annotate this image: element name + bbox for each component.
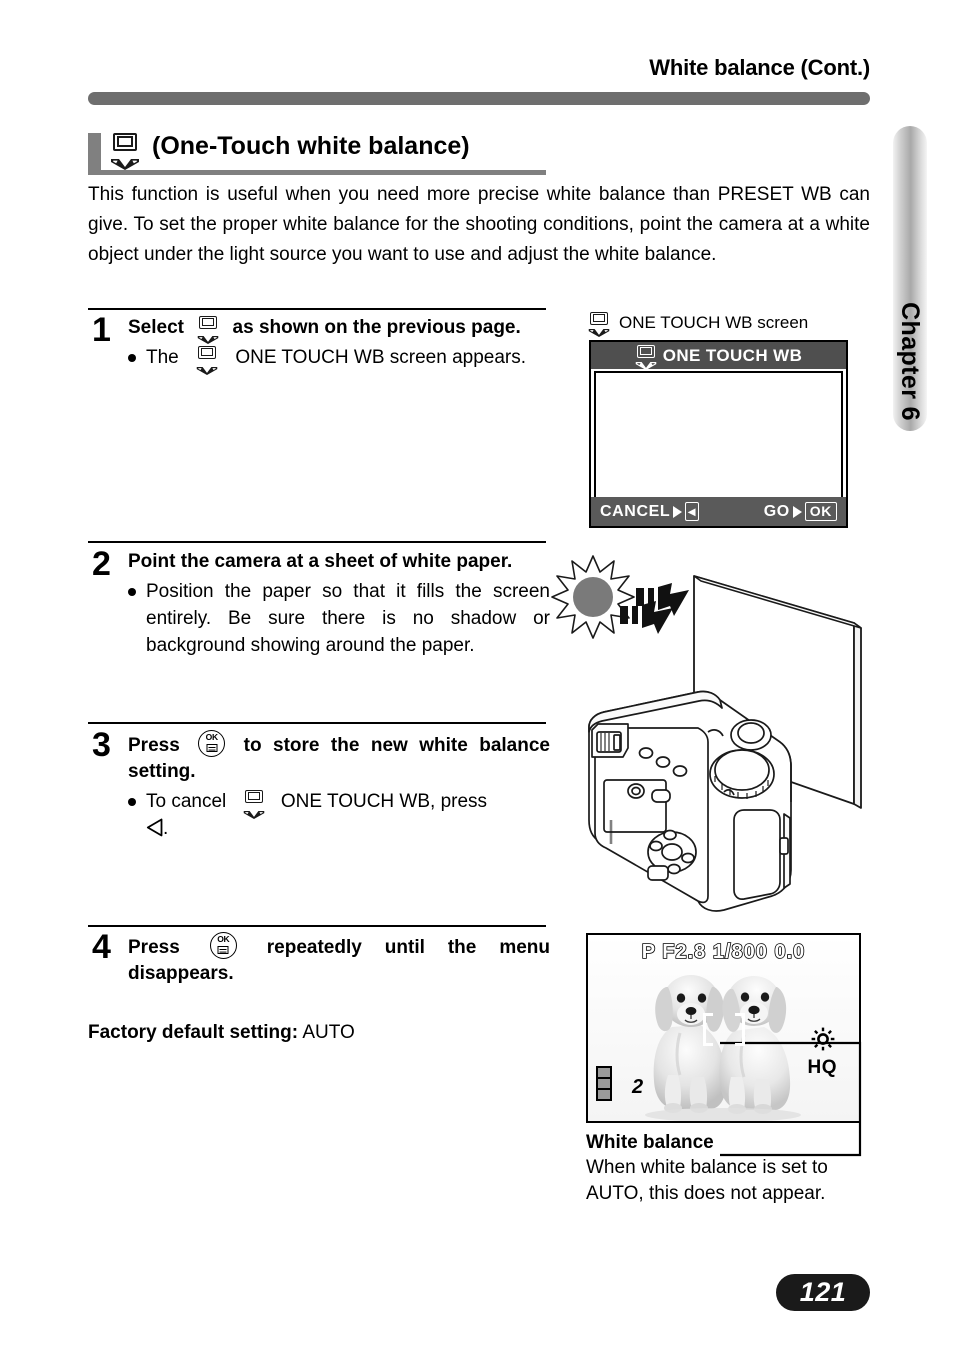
step-4: 4 Press OK repeatedly until the menu dis… [88, 928, 551, 987]
lcd-preview-screen: P F2.8 1/800 0.0 2 HQ [586, 933, 861, 1123]
factory-default-label: Factory default setting: [88, 1022, 299, 1043]
step-1-bullet-after: ONE TOUCH WB screen appears. [235, 347, 527, 368]
chapter-tab: Chapter 6 [893, 126, 927, 431]
ok-button-icon: OK [209, 932, 237, 959]
camera-pointing-at-white-paper-illustration [548, 552, 893, 927]
step-1: 1 Select as shown on the previous page. … [88, 311, 550, 376]
wb-panel-header: ONE TOUCH WB [591, 342, 846, 371]
step-divider-2 [88, 541, 546, 543]
image-quality-badge: HQ [807, 1057, 837, 1078]
step-number-2: 2 [92, 545, 111, 583]
intro-paragraph: This function is useful when you need mo… [88, 184, 870, 265]
sun-icon [551, 555, 635, 639]
step-1-bullet-before: The [146, 347, 179, 368]
step-number-3: 3 [92, 726, 111, 764]
one-touch-wb-icon [243, 790, 265, 820]
section-heading-label: (One-Touch white balance) [152, 132, 470, 160]
step-3-bullet-mid: ONE TOUCH WB, press [280, 791, 488, 812]
lcd-caption-title: White balance [586, 1132, 714, 1153]
wb-panel-footer: CANCEL ◂ GO OK [591, 497, 846, 526]
step-divider-3 [88, 722, 546, 724]
wb-cancel-label: CANCEL [600, 502, 671, 520]
factory-default-setting: Factory default setting: AUTO [88, 1022, 355, 1044]
step-3: 3 Press OK to store the new white balanc… [88, 726, 550, 842]
focus-brackets-icon [702, 1013, 745, 1046]
step-divider-1 [88, 308, 546, 310]
step-4-title-after: repeatedly until the menu disappears. [128, 937, 551, 984]
ok-button-icon: OK [198, 730, 226, 757]
factory-default-value: AUTO [302, 1022, 355, 1043]
lcd-caption-text: When white balance is set to AUTO, this … [586, 1157, 828, 1204]
step-2-bullet: Position the paper so that it fills the … [146, 581, 550, 656]
wb-screen-caption: ONE TOUCH WB screen [588, 312, 809, 338]
one-touch-wb-icon [588, 312, 610, 338]
arrow-right-icon [673, 505, 683, 518]
chapter-tab-label: Chapter 6 [896, 302, 925, 421]
step-2-title: Point the camera at a sheet of white pap… [128, 551, 513, 572]
bullet-dot [128, 798, 136, 806]
header-divider-rule [88, 92, 870, 105]
wb-panel-title: ONE TOUCH WB [662, 345, 803, 365]
step-3-title-before: Press [128, 735, 180, 756]
shots-remaining-value: 2 [632, 1076, 644, 1098]
section-heading: (One-Touch white balance) [110, 132, 470, 170]
section-accent-bar [88, 133, 101, 170]
page-number: 121 [776, 1274, 870, 1311]
page-title: White balance (Cont.) [649, 55, 870, 80]
wb-cancel-action[interactable]: CANCEL ◂ [600, 502, 699, 521]
step-3-bullet-before: To cancel [146, 791, 227, 812]
one-touch-wb-icon [196, 346, 218, 376]
one-touch-wb-panel: ONE TOUCH WB CANCEL ◂ GO OK [589, 340, 848, 528]
one-touch-wb-icon [110, 132, 140, 170]
section-underline [88, 170, 546, 175]
battery-indicator-icon [596, 1066, 612, 1101]
step-4-title-before: Press [128, 937, 180, 958]
wb-panel-body [594, 371, 843, 497]
bullet-dot [128, 354, 136, 362]
arrow-right-icon [792, 505, 802, 518]
step-3-bullet-after: . [163, 818, 169, 839]
camera-body [588, 690, 792, 912]
wb-go-key: OK [804, 502, 837, 521]
wb-go-action[interactable]: GO OK [764, 502, 837, 521]
step-divider-4 [88, 925, 546, 927]
wb-screen-caption-label: ONE TOUCH WB screen [619, 312, 809, 332]
lcd-exposure-info: P F2.8 1/800 0.0 [641, 940, 806, 964]
step-3-title-after: to store the new white balance setting. [128, 735, 550, 782]
shots-remaining: 2 [632, 1076, 643, 1099]
wb-go-label: GO [763, 502, 790, 520]
lcd-caption: White balance When white balance is set … [586, 1132, 876, 1207]
light-ray-arrows [620, 583, 689, 634]
step-number-1: 1 [92, 311, 111, 349]
step-1-title-after: as shown on the previous page. [232, 317, 521, 338]
left-arrow-icon [146, 818, 163, 837]
sun-daylight-icon [811, 1027, 835, 1056]
step-1-title-before: Select [128, 317, 184, 338]
bullet-dot [128, 588, 136, 596]
one-touch-wb-icon [197, 316, 219, 345]
step-2: 2 Point the camera at a sheet of white p… [88, 545, 550, 659]
one-touch-wb-icon [635, 345, 657, 371]
wb-cancel-key: ◂ [685, 502, 699, 521]
step-number-4: 4 [92, 928, 111, 966]
